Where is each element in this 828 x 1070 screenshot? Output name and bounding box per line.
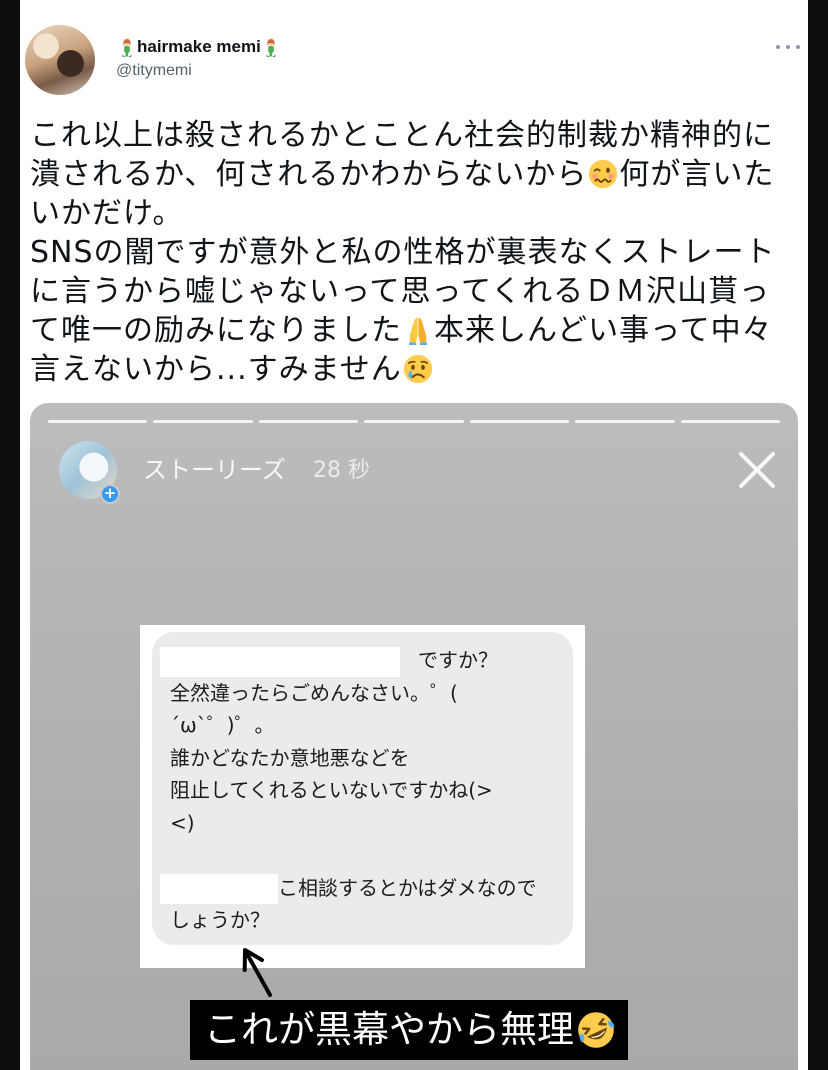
progress-segment — [469, 420, 570, 423]
message-line: しょうか？ — [170, 908, 270, 932]
tweet-text-segment: 本来しんどい事って中々 — [434, 313, 773, 348]
tweet-text-segment: 何が言いた — [619, 157, 775, 192]
tweet-text-segment: これ以上は殺されるかとことん社会的制裁か精神的に — [30, 118, 774, 153]
message-line: 全然違ったらごめんなさい。゜( — [170, 680, 458, 705]
progress-segment — [153, 420, 253, 423]
caption-text: これが黒幕やから無理 — [204, 1008, 574, 1051]
more-horizontal-icon[interactable] — [776, 40, 800, 54]
tweet-text-segment: 言えないから...すみません — [30, 352, 402, 387]
crying-face-emoji-icon — [403, 354, 433, 384]
tweet-text-line: これ以上は殺されるかとことん社会的制裁か精神的に — [30, 116, 776, 155]
tweet-text-line: SNSの闇ですが意外と私の性格が裏表なくストレート — [30, 233, 776, 272]
author-handle[interactable]: @titymemi — [116, 62, 192, 80]
tweet-text-segment: SNSの闇ですが意外と私の性格が裏表なくストレート — [30, 235, 776, 270]
progress-segment — [48, 420, 148, 423]
message-line: 誰かどなたか意地悪などを — [170, 745, 410, 770]
progress-segment — [575, 420, 675, 423]
message-line: ですか？ — [160, 644, 537, 677]
message-line-text: ですか？ — [418, 648, 498, 672]
tweet-text-line: いかだけ。 — [30, 194, 776, 233]
mermaid-emoji-icon — [262, 37, 280, 57]
plus-badge-icon: + — [100, 484, 120, 504]
tweet-text-line: に言うから嘘じゃないって思ってくれるＤＭ沢山貰っ — [30, 272, 776, 311]
mermaid-emoji-icon — [118, 37, 136, 57]
message-bubble: ですか？ 全然違ったらごめんなさい。゜( ´ω`゜)゜。 誰かどなたか意地悪など… — [152, 632, 573, 945]
author-name[interactable]: hairmake memi — [137, 37, 261, 57]
folded-hands-emoji-icon — [403, 315, 433, 345]
story-progress-bar — [48, 420, 780, 423]
tweet-text-line: て唯一の励みになりました 本来しんどい事って中々 — [30, 311, 776, 350]
tweet-text-segment: いかだけ。 — [30, 196, 184, 231]
caption-banner: これが黒幕やから無理 — [190, 1000, 628, 1060]
message-line-text: こ相談するとかはダメなので — [278, 875, 537, 900]
tweet-text-segment: に言うから嘘じゃないって思ってくれるＤＭ沢山貰っ — [30, 274, 771, 309]
progress-segment — [258, 420, 359, 423]
story-screenshot-image[interactable]: + ストーリーズ 28 秒 ですか？ 全然違ったらごめんなさい。゜( ´ω`゜)… — [30, 403, 798, 1070]
story-title: ストーリーズ — [143, 456, 286, 484]
message-line: こ相談するとかはダメなので — [160, 872, 537, 904]
tweet-text-line: 言えないから...すみません — [30, 350, 776, 389]
message-screenshot: ですか？ 全然違ったらごめんなさい。゜( ´ω`゜)゜。 誰かどなたか意地悪など… — [140, 625, 585, 968]
close-icon — [737, 450, 777, 490]
author-name-row[interactable]: hairmake memi — [118, 36, 280, 58]
rolling-on-floor-laughing-emoji-icon — [576, 1010, 616, 1050]
message-line: ´ω`゜)゜。 — [170, 713, 275, 737]
message-line: <) — [170, 810, 195, 835]
tweet-text-segment: 潰されるか、何されるかわからないから — [30, 157, 588, 192]
message-line: 阻止してくれるといないですかね(> — [170, 778, 493, 802]
tweet-text-line: 潰されるか、何されるかわからないから 何が言いた — [30, 155, 776, 194]
progress-segment — [364, 420, 464, 423]
redaction-block — [160, 874, 278, 904]
woozy-face-emoji-icon — [588, 159, 618, 189]
tweet-card[interactable]: hairmake memi @titymemi これ以上は殺されるかとことん社会… — [20, 0, 808, 1070]
message-text: ですか？ 全然違ったらごめんなさい。゜( ´ω`゜)゜。 誰かどなたか意地悪など… — [160, 644, 537, 937]
author-avatar[interactable] — [25, 25, 95, 95]
story-timestamp: 28 秒 — [313, 458, 370, 483]
tweet-text-segment: て唯一の励みになりました — [30, 313, 402, 348]
redaction-block — [160, 646, 400, 677]
tweet-text: これ以上は殺されるかとことん社会的制裁か精神的に 潰されるか、何されるかわからな… — [30, 116, 776, 389]
progress-segment — [680, 420, 780, 423]
